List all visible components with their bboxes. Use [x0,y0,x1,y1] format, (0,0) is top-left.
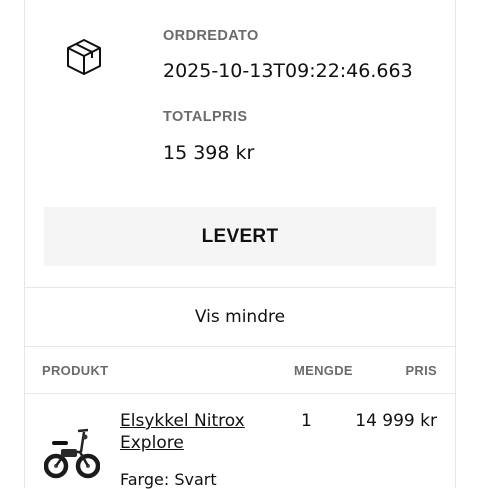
order-date-label: ORDREDATO [163,28,259,44]
column-header-product: PRODUKT [42,363,109,378]
divider [24,393,456,394]
column-header-price: PRIS [405,363,437,378]
e-bike-icon [44,428,100,479]
box-icon [67,39,101,75]
product-name-link[interactable]: Elsykkel Nitrox Explore [120,410,260,454]
table-header: PRODUKT MENGDE PRIS [24,347,456,393]
order-status-badge: LEVERT [44,207,436,266]
product-quantity: 1 [301,411,312,431]
order-date-value: 2025-10-13T09:22:46.663 [163,60,413,82]
total-price-value: 15 398 kr [163,142,255,164]
product-price: 14 999 kr [355,411,437,431]
show-less-toggle[interactable]: Vis mindre [24,288,456,346]
column-header-quantity: MENGDE [294,363,353,378]
total-price-label: TOTALPRIS [163,109,248,125]
